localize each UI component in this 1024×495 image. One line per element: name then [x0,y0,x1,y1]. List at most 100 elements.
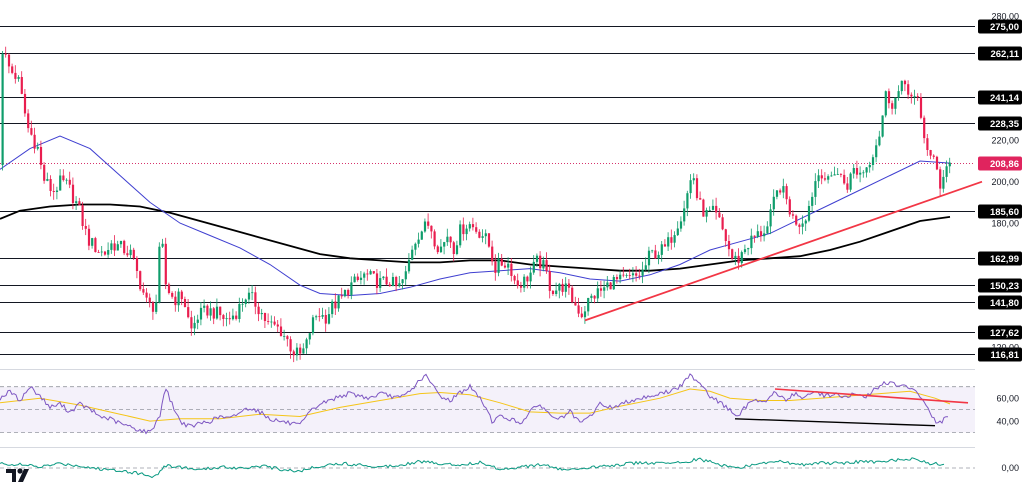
candle-body [187,307,190,318]
candle-body [347,290,350,296]
candle-body [711,205,715,210]
candle-body [510,263,513,276]
candle-body [263,313,267,321]
candle-body [791,214,795,216]
candle-body [881,115,884,137]
candle-body [830,175,833,177]
candle-body [855,168,859,175]
candle-body [878,136,881,146]
candle-body [708,210,711,211]
horizontal-levels [0,26,975,355]
candle-body [478,231,481,238]
candle-body [820,175,823,179]
candle-body [279,326,283,337]
candle-body [609,282,612,290]
candle-body [420,231,423,240]
candle-body [276,324,279,327]
candle-body [801,223,804,227]
candle-body [807,206,811,221]
candle-body [151,302,155,312]
candle-body [81,205,84,226]
candle-body [759,231,763,237]
candle-body [548,271,551,291]
current-price-label: 208,86 [990,159,1019,170]
candle-body [603,287,606,291]
candle-body [225,318,228,320]
candle-body [164,243,167,285]
candle-body [529,272,532,282]
candle-body [14,72,17,79]
candle-body [171,293,174,297]
candle-body [385,276,388,285]
candle-body [839,174,843,175]
candle-body [126,253,129,256]
candle-body [331,301,334,315]
level-label: 241,14 [990,93,1020,104]
candle-body [718,212,721,218]
candle-body [932,155,935,157]
candle-body [942,176,945,189]
candle-body [935,156,939,170]
candle-body [23,93,27,114]
candle-body [433,231,436,247]
price-chart[interactable]: 275,00 262,11 241,14 228,35 185,60 162,99 150,… [0,0,1024,495]
candle-body [471,224,475,228]
candle-body [788,199,791,215]
candle-body [343,290,347,297]
candle-body [766,226,769,234]
candle-body [193,322,196,329]
candle-body [507,263,510,268]
candle-body [148,297,151,303]
candle-body [859,172,862,175]
candle-body [257,306,260,315]
candle-body [283,336,286,337]
candle-body [305,339,308,349]
candle-body [411,249,414,260]
candle-body [503,265,507,268]
candle-body [468,224,471,229]
price-tick-label: 220,00 [991,135,1019,145]
candle-body [33,134,36,149]
momentum-tick-label: 0,00 [1001,463,1019,473]
candle-body [811,196,814,206]
candle-body [910,94,913,97]
level-label: 127,62 [990,328,1019,339]
candle-body [391,277,395,287]
candle-body [724,229,727,241]
candle-body [743,249,747,253]
candle-body [254,292,257,307]
candle-body [119,240,123,245]
candle-body [593,295,596,299]
candle-body [823,178,827,180]
candle-body [484,233,487,237]
candle-body [852,168,855,174]
candle-body [388,284,391,287]
candle-body [206,305,209,316]
moving-averages [0,135,951,297]
candle-body [103,251,107,255]
candle-body [129,249,132,256]
candle-body [337,295,340,309]
candle-body [670,237,673,243]
candle-body [449,236,452,243]
candle-body [299,347,302,354]
candle-body [209,308,212,316]
candle-body [747,248,750,250]
candle-body [142,289,145,293]
candle-body [65,179,68,181]
candle-body [20,77,23,94]
candle-body [871,157,875,165]
candle-body [638,275,641,277]
candle-body [555,290,558,294]
candle-body [251,292,254,294]
momentum-pane [0,457,975,479]
candle-body [827,176,830,180]
candle-body [100,251,103,253]
candle-body [215,306,219,319]
candle-body [356,276,359,280]
candle-body [289,339,292,352]
candle-body [295,347,299,356]
candle-body [577,305,580,314]
candle-body [574,302,577,306]
oscillator-tick-label: 40,00 [996,416,1019,426]
